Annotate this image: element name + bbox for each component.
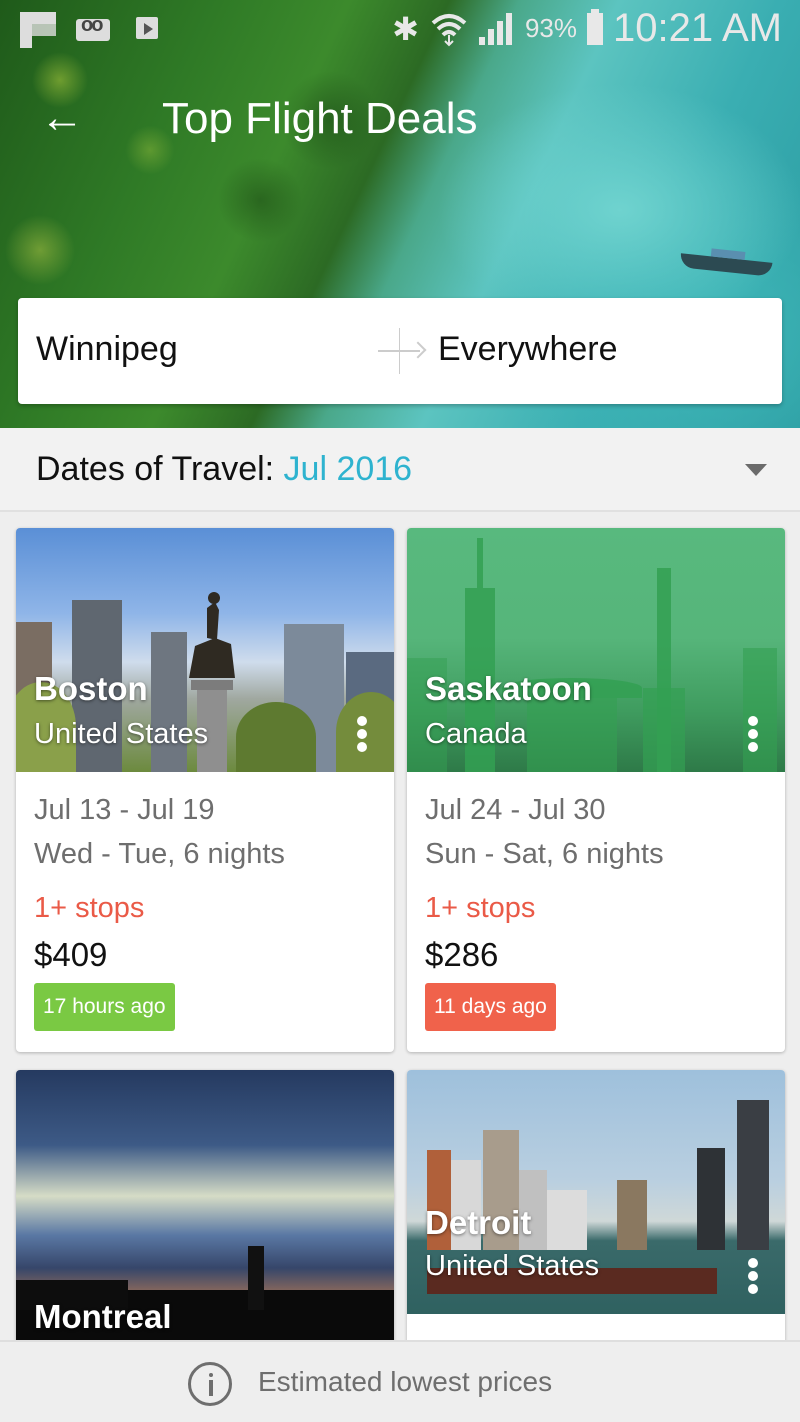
- footer-text: Estimated lowest prices: [258, 1366, 553, 1397]
- status-bar: ✱ 93% 10:21 AM: [0, 0, 800, 60]
- voicemail-icon: [76, 14, 110, 41]
- back-button[interactable]: ←: [36, 92, 88, 144]
- deal-age-badge: 11 days ago: [425, 983, 556, 1031]
- dates-label-text: Dates of Travel:: [36, 450, 284, 488]
- bluetooth-icon: ✱: [392, 10, 419, 47]
- deal-card[interactable]: Saskatoon Canada Jul 24 - Jul 30 Sun - S…: [407, 528, 785, 1052]
- more-options-button[interactable]: [743, 1258, 763, 1302]
- deal-price: $286: [425, 936, 499, 973]
- dates-label: Dates of Travel: Jul 2016: [36, 450, 412, 489]
- deal-city: Montreal: [34, 1298, 172, 1335]
- deal-stops: 1+ stops: [34, 892, 145, 924]
- dates-of-travel-dropdown[interactable]: Dates of Travel: Jul 2016: [0, 428, 800, 512]
- deal-age-badge: 17 hours ago: [34, 983, 175, 1031]
- deal-city: Boston: [34, 670, 148, 707]
- deal-city: Detroit: [425, 1204, 532, 1241]
- info-icon[interactable]: [188, 1362, 232, 1406]
- app-bar: ← Top Flight Deals: [0, 80, 800, 160]
- deal-country: Canada: [425, 718, 527, 750]
- route-search-card: Winnipeg Everywhere: [18, 298, 782, 404]
- deal-country: United States: [34, 718, 209, 750]
- deal-stops: 1+ stops: [425, 892, 536, 924]
- page-title: Top Flight Deals: [162, 94, 478, 143]
- more-options-button[interactable]: [743, 716, 763, 760]
- deal-days: Wed - Tue, 6 nights: [34, 838, 285, 870]
- deal-card[interactable]: Montreal: [16, 1070, 394, 1340]
- dates-value: Jul 2016: [283, 450, 413, 488]
- deal-date-range: Jul 24 - Jul 30: [425, 794, 606, 826]
- signal-icon: [478, 12, 515, 45]
- deal-card[interactable]: Boston United States Jul 13 - Jul 19 Wed…: [16, 528, 394, 1052]
- flipboard-icon: [20, 12, 56, 48]
- origin-field[interactable]: Winnipeg: [36, 330, 178, 369]
- wifi-icon: [431, 13, 467, 46]
- destination-field[interactable]: Everywhere: [438, 330, 618, 369]
- footer-bar: Estimated lowest prices: [0, 1340, 800, 1422]
- deals-grid: Boston United States Jul 13 - Jul 19 Wed…: [0, 512, 800, 1340]
- deal-price: $409: [34, 936, 108, 973]
- deal-card[interactable]: Detroit United States: [407, 1070, 785, 1340]
- deal-country: United States: [425, 1250, 600, 1282]
- deal-city: Saskatoon: [425, 670, 592, 707]
- status-time: 10:21 AM: [612, 6, 782, 50]
- battery-percent: 93%: [524, 13, 577, 43]
- deal-date-range: Jul 13 - Jul 19: [34, 794, 215, 826]
- play-store-icon: [130, 15, 160, 45]
- more-options-button[interactable]: [352, 716, 372, 760]
- deal-days: Sun - Sat, 6 nights: [425, 838, 664, 870]
- arrow-left-icon: ←: [40, 93, 84, 142]
- arrow-right-icon: [378, 328, 428, 374]
- battery-icon: [586, 8, 603, 45]
- chevron-down-icon[interactable]: [745, 464, 767, 476]
- boat-decoration: [679, 253, 773, 277]
